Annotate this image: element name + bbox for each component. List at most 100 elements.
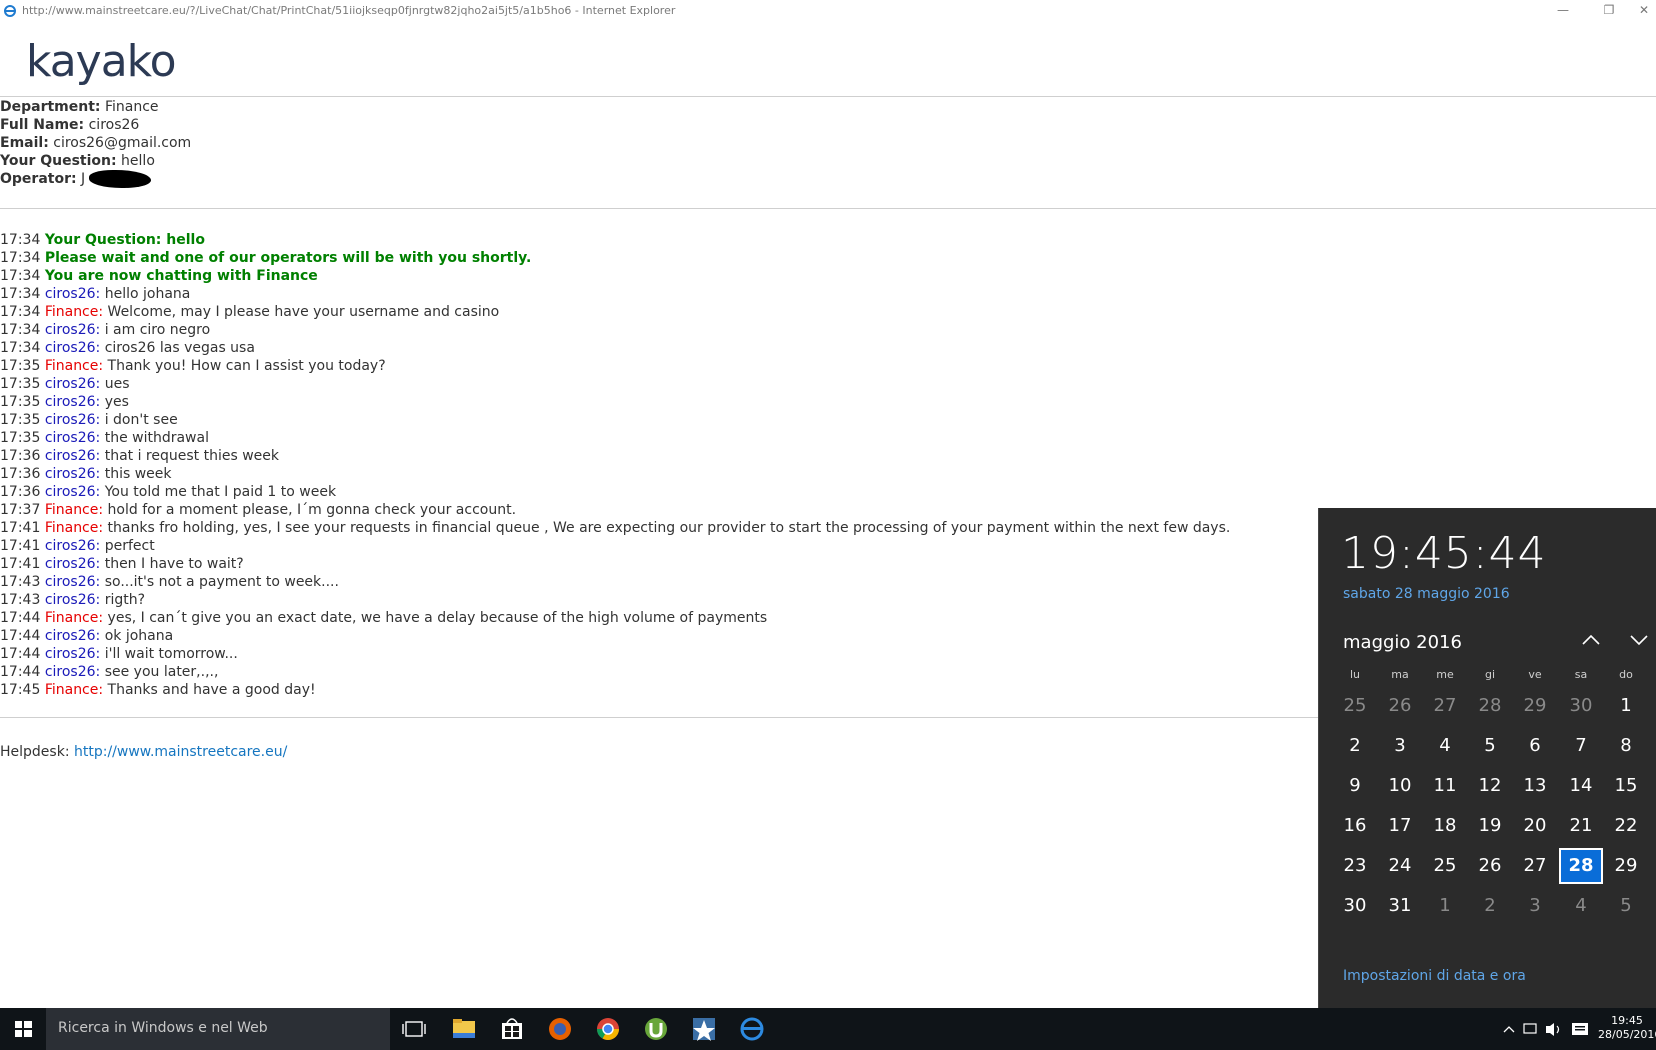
flyout-full-date[interactable]: sabato 28 maggio 2016 [1343,586,1510,602]
calendar-day[interactable]: 19 [1468,808,1512,844]
calendar-day[interactable]: 31 [1378,888,1422,924]
calendar-day[interactable]: 24 [1378,848,1422,884]
calendar-day[interactable]: 13 [1513,768,1557,804]
user-name: ciros26: [44,448,101,464]
minimize-button[interactable]: — [1540,0,1586,22]
chat-message: 17:36 ciros26: You told me that I paid 1… [0,483,1230,501]
calendar-day[interactable]: 22 [1604,808,1648,844]
user-name: ciros26: [44,484,101,500]
calendar-day[interactable]: 25 [1333,688,1377,724]
window-title: http://www.mainstreetcare.eu/?/LiveChat/… [22,4,676,17]
taskbar-clock[interactable]: 19:45 28/05/2016 [1598,1014,1656,1042]
question-row: Your Question: hello [0,153,155,169]
system-message-text: Please wait and one of our operators wil… [44,250,532,266]
calendar-day[interactable]: 25 [1423,848,1467,884]
calendar-day[interactable]: 2 [1333,728,1377,764]
operator-name: Finance: [44,682,104,698]
chat-message: 17:44 ciros26: i'll wait tomorrow... [0,645,1230,663]
message-time: 17:43 [0,574,41,590]
operator-row: Operator: J [0,170,191,188]
calendar-day[interactable]: 27 [1513,848,1557,884]
calendar-day[interactable]: 4 [1559,888,1603,924]
message-time: 17:44 [0,610,41,626]
calendar-day[interactable]: 6 [1513,728,1557,764]
message-text: hello johana [104,286,191,302]
calendar-day[interactable]: 26 [1468,848,1512,884]
calendar-day[interactable]: 3 [1378,728,1422,764]
chat-message: 17:35 Finance: Thank you! How can I assi… [0,357,1230,375]
calendar-day[interactable]: 17 [1378,808,1422,844]
message-text: You told me that I paid 1 to week [104,484,337,500]
user-name: ciros26: [44,394,101,410]
operator-name: Finance: [44,520,104,536]
close-button[interactable]: ✕ [1632,0,1656,22]
calendar-day[interactable]: 8 [1604,728,1648,764]
calendar-day[interactable]: 2 [1468,888,1512,924]
calendar-day[interactable]: 18 [1423,808,1467,844]
calendar-day[interactable]: 21 [1559,808,1603,844]
restore-button[interactable]: ❐ [1586,0,1632,22]
helpdesk-link[interactable]: http://www.mainstreetcare.eu/ [74,744,287,760]
calendar-day[interactable]: 12 [1468,768,1512,804]
star-app-icon[interactable] [680,1008,728,1050]
calendar-day[interactable]: 30 [1333,888,1377,924]
calendar-day[interactable]: 16 [1333,808,1377,844]
message-text: i am ciro negro [104,322,211,338]
calendar-day[interactable]: 1 [1604,688,1648,724]
message-text: rigth? [104,592,146,608]
weekday-header: lu [1349,668,1361,681]
calendar-day[interactable]: 26 [1378,688,1422,724]
message-time: 17:34 [0,268,41,284]
calendar-day[interactable]: 5 [1468,728,1512,764]
task-view-icon[interactable] [390,1008,438,1050]
user-name: ciros26: [44,556,101,572]
chat-message: 17:44 Finance: yes, I can´t give you an … [0,609,1230,627]
windows-start-icon[interactable] [0,1008,46,1050]
operator-name: Finance: [44,610,104,626]
calendar-day[interactable]: 29 [1604,848,1648,884]
calendar-flyout: 19:45:44 sabato 28 maggio 2016 maggio 20… [1318,508,1656,1008]
chat-message: 17:35 ciros26: yes [0,393,1230,411]
calendar-day[interactable]: 23 [1333,848,1377,884]
calendar-day[interactable]: 28 [1468,688,1512,724]
calendar-month-label[interactable]: maggio 2016 [1343,632,1462,653]
chat-message: 17:36 ciros26: this week [0,465,1230,483]
chevron-up-icon[interactable] [1581,630,1601,650]
user-name: ciros26: [44,592,101,608]
calendar-day[interactable]: 15 [1604,768,1648,804]
store-icon[interactable] [488,1008,536,1050]
message-time: 17:35 [0,358,41,374]
calendar-day[interactable]: 9 [1333,768,1377,804]
chat-message: 17:43 ciros26: rigth? [0,591,1230,609]
internet-explorer-taskbar-icon[interactable] [728,1008,776,1050]
operator-value: J [81,171,86,187]
calendar-day[interactable]: 29 [1513,688,1557,724]
date-time-settings-link[interactable]: Impostazioni di data e ora [1343,968,1526,984]
user-name: ciros26: [44,376,101,392]
calendar-day[interactable]: 11 [1423,768,1467,804]
calendar-day[interactable]: 27 [1423,688,1467,724]
chevron-down-icon[interactable] [1629,630,1649,650]
calendar-day[interactable]: 4 [1423,728,1467,764]
chat-transcript: 17:34 Your Question: hello 17:34 Please w… [0,231,1230,699]
utorrent-icon[interactable] [632,1008,680,1050]
message-time: 17:43 [0,592,41,608]
chat-message: 17:37 Finance: hold for a moment please,… [0,501,1230,519]
calendar-day[interactable]: 3 [1513,888,1557,924]
system-message-text: You are now chatting with Finance [44,268,318,284]
file-explorer-icon[interactable] [440,1008,488,1050]
system-tray-icons[interactable] [1500,1008,1598,1050]
calendar-day-today[interactable]: 28 [1559,848,1603,884]
calendar-day[interactable]: 20 [1513,808,1557,844]
calendar-day[interactable]: 7 [1559,728,1603,764]
calendar-day[interactable]: 10 [1378,768,1422,804]
taskbar-search-box[interactable]: Ricerca in Windows e nel Web [46,1008,390,1050]
calendar-day[interactable]: 5 [1604,888,1648,924]
calendar-day[interactable]: 14 [1559,768,1603,804]
calendar-day[interactable]: 1 [1423,888,1467,924]
chat-message: 17:44 ciros26: see you later,.,., [0,663,1230,681]
chrome-icon[interactable] [584,1008,632,1050]
calendar-day[interactable]: 30 [1559,688,1603,724]
firefox-icon[interactable] [536,1008,584,1050]
message-time: 17:35 [0,430,41,446]
